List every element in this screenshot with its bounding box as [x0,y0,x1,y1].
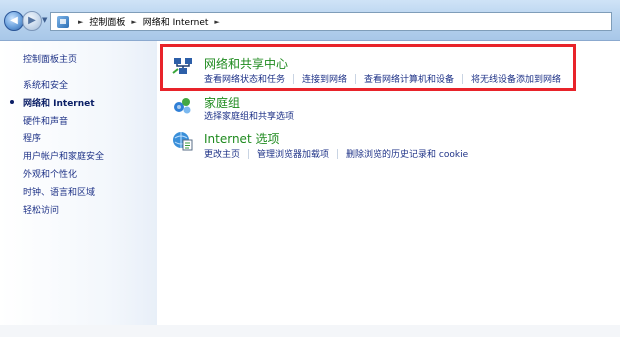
control-panel-icon [57,15,69,28]
sidebar-item-clock-language[interactable]: 时钟、语言和区域 [23,185,95,198]
link-divider [337,148,339,159]
chevron-right-icon[interactable]: ► [78,18,83,26]
address-toolbar: ◀ ▶ ▼ ► 控制面板 ► 网络和 Internet ► [0,0,620,41]
forward-arrow-icon: ▶ [28,15,36,26]
link-change-home-page[interactable]: 更改主页 [204,147,240,160]
back-arrow-icon: ◀ [10,15,18,26]
bottom-edge [0,325,620,337]
sidebar-item-network-internet: 网络和 Internet [23,99,95,109]
address-bar[interactable]: ► 控制面板 ► 网络和 Internet ► [50,12,612,31]
task-links: 选择家庭组和共享选项 [204,109,294,122]
homegroup-icon[interactable] [172,94,194,116]
link-homegroup-options[interactable]: 选择家庭组和共享选项 [204,109,294,122]
chevron-right-icon[interactable]: ► [214,18,219,26]
highlight-annotation-box [160,44,576,91]
internet-options-icon[interactable] [172,130,194,152]
link-manage-add-ons[interactable]: 管理浏览器加载项 [257,147,329,160]
recent-pages-dropdown-icon[interactable]: ▼ [42,16,47,24]
category-title[interactable]: Internet 选项 [204,130,279,147]
sidebar-item-system-security[interactable]: 系统和安全 [23,78,68,91]
task-links: 更改主页 管理浏览器加载项 删除浏览的历史记录和 cookie [204,147,468,160]
forward-button[interactable]: ▶ [22,11,42,31]
link-divider [248,148,250,159]
breadcrumb-control-panel[interactable]: 控制面板 [89,15,125,28]
sidebar-item-user-accounts[interactable]: 用户帐户和家庭安全 [23,149,104,162]
link-delete-browsing-history[interactable]: 删除浏览的历史记录和 cookie [346,147,468,160]
sidebar-home-link[interactable]: 控制面板主页 [23,52,77,65]
sidebar-item-ease-of-access[interactable]: 轻松访问 [23,203,59,216]
sidebar-item-hardware-sound[interactable]: 硬件和声音 [23,114,68,127]
back-button[interactable]: ◀ [4,11,24,31]
sidebar-item-appearance[interactable]: 外观和个性化 [23,167,77,180]
chevron-right-icon[interactable]: ► [131,18,136,26]
breadcrumb-network-internet[interactable]: 网络和 Internet [143,15,209,28]
current-item-bullet-icon [10,100,14,104]
sidebar-item-programs[interactable]: 程序 [23,131,41,144]
